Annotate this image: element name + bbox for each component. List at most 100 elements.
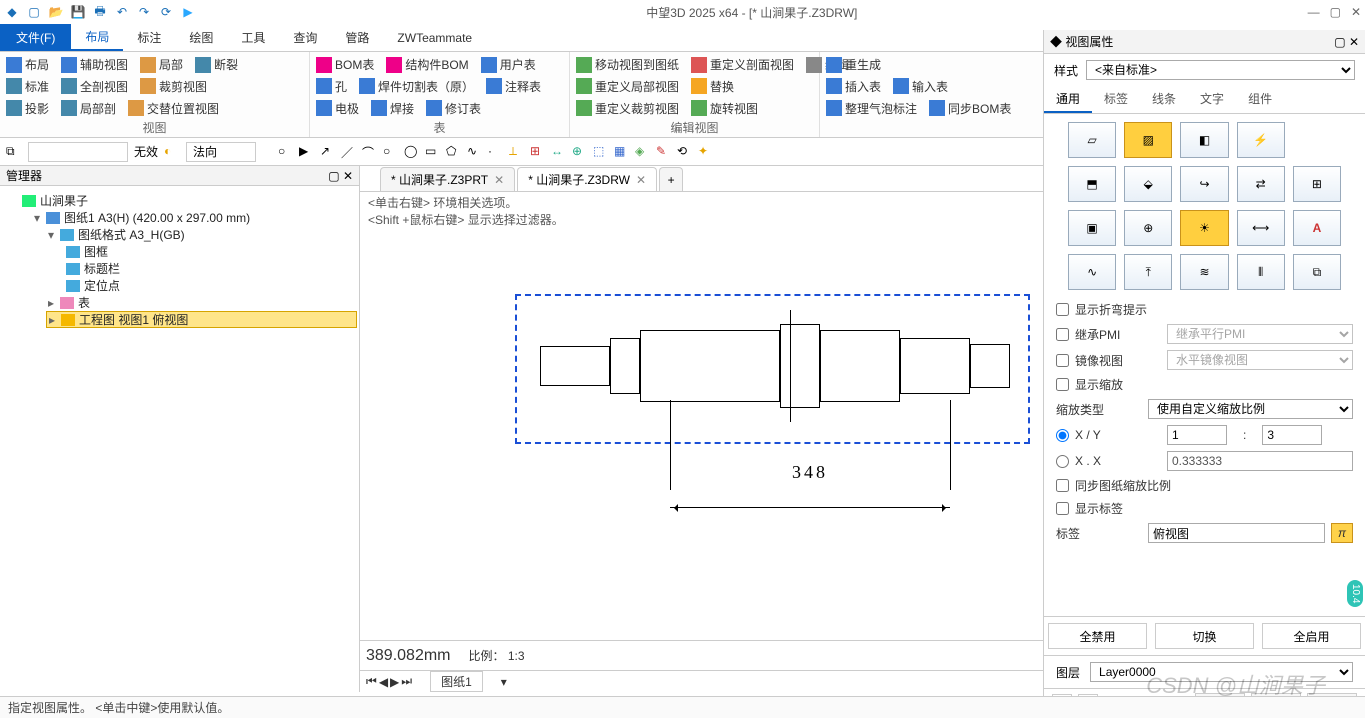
btn-disable-all[interactable]: 全禁用 <box>1048 623 1147 649</box>
cmd-detail[interactable]: 局部 <box>140 56 183 73</box>
tool-icon[interactable]: ↗ <box>320 144 336 160</box>
cmd-structbom[interactable]: 结构件BOM <box>386 56 468 73</box>
close-icon[interactable]: ✕ <box>636 173 646 187</box>
cmd-weldcut[interactable]: 焊件切割表（原） <box>359 78 474 95</box>
tool-icon[interactable]: ○ <box>383 144 399 160</box>
tool-icon[interactable]: ⬚ <box>593 144 609 160</box>
tool-icon[interactable]: ○ <box>278 144 294 160</box>
tool-icon[interactable]: ⌒ <box>362 144 378 160</box>
tool-icon[interactable]: ↔ <box>551 144 567 160</box>
sheet-tab[interactable]: 图纸1 <box>430 671 483 692</box>
undo-icon[interactable]: ↶ <box>114 4 130 20</box>
disp-flash-icon[interactable]: ⚡ <box>1237 122 1285 158</box>
disp-icon[interactable]: ⬒ <box>1068 166 1116 202</box>
cmd-importtbl[interactable]: 输入表 <box>893 78 948 95</box>
cmd-replace[interactable]: 替换 <box>691 78 734 95</box>
close-icon[interactable]: ✕ <box>1349 35 1359 49</box>
tree-node[interactable]: 标题栏 <box>84 260 120 277</box>
pin-icon[interactable]: ▢ <box>328 169 339 183</box>
redo-icon[interactable]: ↷ <box>136 4 152 20</box>
disp-icon[interactable]: ⊕ <box>1124 210 1172 246</box>
ptab-text[interactable]: 文字 <box>1188 86 1236 113</box>
pin-icon[interactable]: ▢ <box>1334 35 1345 49</box>
disp-icon[interactable]: ⊞ <box>1293 166 1341 202</box>
cmd-bom[interactable]: BOM表 <box>316 56 374 73</box>
cmd-rotateview[interactable]: 旋转视图 <box>691 100 758 117</box>
disp-icon[interactable]: ≋ <box>1180 254 1228 290</box>
disp-icon[interactable]: ↪ <box>1180 166 1228 202</box>
tab-tools[interactable]: 工具 <box>227 24 279 51</box>
add-tab[interactable]: + <box>659 167 683 191</box>
cmd-usertbl[interactable]: 用户表 <box>481 56 536 73</box>
cmd-weld[interactable]: 焊接 <box>371 100 414 117</box>
tab-team[interactable]: ZWTeammate <box>383 24 486 51</box>
chk-pmi[interactable] <box>1056 328 1069 341</box>
tool-icon[interactable]: ／ <box>341 144 357 160</box>
cmd-redefsection[interactable]: 重定义剖面视图 <box>691 56 794 73</box>
radio-xx[interactable] <box>1056 455 1069 468</box>
tree-root[interactable]: 山涧果子 <box>40 192 88 209</box>
ptab-lines[interactable]: 线条 <box>1140 86 1188 113</box>
refresh-icon[interactable]: ⟳ <box>158 4 174 20</box>
disp-icon[interactable]: ▣ <box>1068 210 1116 246</box>
cmd-syncbom[interactable]: 同步BOM表 <box>929 100 1011 117</box>
last-icon[interactable]: ⏭ <box>401 674 412 689</box>
disp-hidden-icon[interactable]: ▨ <box>1124 122 1172 158</box>
orient-icon[interactable]: ◐ <box>164 144 180 160</box>
tab-annotate[interactable]: 标注 <box>123 24 175 51</box>
cmd-redefcrop[interactable]: 重定义裁剪视图 <box>576 100 679 117</box>
cmd-localsec[interactable]: 局部剖 <box>61 100 116 117</box>
cmd-regen[interactable]: 重生成 <box>826 56 881 73</box>
cmd-notetbl[interactable]: 注释表 <box>486 78 541 95</box>
maximize-icon[interactable]: ▢ <box>1330 5 1341 19</box>
close-icon[interactable]: ✕ <box>1351 5 1361 19</box>
tree-node[interactable]: 表 <box>78 294 90 311</box>
disp-icon[interactable]: ∿ <box>1068 254 1116 290</box>
fx-icon[interactable]: π <box>1331 523 1353 543</box>
doc-tab[interactable]: * 山涧果子.Z3PRT✕ <box>380 167 515 191</box>
disp-shaded-icon[interactable]: ◧ <box>1180 122 1228 158</box>
disp-icon[interactable]: ☀ <box>1180 210 1228 246</box>
btn-enable-all[interactable]: 全启用 <box>1262 623 1361 649</box>
new-icon[interactable]: ▢ <box>26 4 42 20</box>
cmd-revtbl[interactable]: 修订表 <box>426 100 481 117</box>
tree-node[interactable]: 图纸1 A3(H) (420.00 x 297.00 mm) <box>64 209 250 226</box>
disp-icon[interactable]: ⇄ <box>1237 166 1285 202</box>
ptab-label[interactable]: 标签 <box>1092 86 1140 113</box>
chk-zoom[interactable] <box>1056 378 1069 391</box>
radio-xy[interactable] <box>1056 429 1069 442</box>
file-menu[interactable]: 文件(F) <box>0 24 71 51</box>
tool-icon[interactable]: ◯ <box>404 144 420 160</box>
cmd-moveview[interactable]: 移动视图到图纸 <box>576 56 679 73</box>
play-icon[interactable]: ▶ <box>180 4 196 20</box>
cmd-section[interactable]: 全剖视图 <box>61 78 128 95</box>
filter-combo[interactable] <box>28 142 128 162</box>
chk-showlabel[interactable] <box>1056 502 1069 515</box>
tool-icon[interactable]: ✎ <box>656 144 672 160</box>
feature-tree[interactable]: 山涧果子 ▾图纸1 A3(H) (420.00 x 297.00 mm) ▾图纸… <box>0 190 359 692</box>
tree-node-selected[interactable]: 工程图 视图1 俯视图 <box>79 311 188 328</box>
xy-b-input[interactable] <box>1262 425 1322 445</box>
tool-icon[interactable]: ⟂ <box>509 144 525 160</box>
xx-input[interactable] <box>1167 451 1353 471</box>
cmd-layout[interactable]: 布局 <box>6 56 49 73</box>
ptab-general[interactable]: 通用 <box>1044 86 1092 113</box>
cmd-balloon[interactable]: 整理气泡标注 <box>826 100 917 117</box>
btn-toggle[interactable]: 切换 <box>1155 623 1254 649</box>
save-icon[interactable]: 💾 <box>70 4 86 20</box>
layer-select[interactable]: Layer0000 <box>1090 662 1353 682</box>
orient-combo[interactable]: 法向 <box>186 142 256 162</box>
cmd-break[interactable]: 断裂 <box>195 56 238 73</box>
tool-icon[interactable]: ▦ <box>614 144 630 160</box>
mirror-select[interactable]: 水平镜像视图 <box>1167 350 1353 370</box>
tool-icon[interactable]: ⬠ <box>446 144 462 160</box>
ptab-comp[interactable]: 组件 <box>1236 86 1284 113</box>
first-icon[interactable]: ⏮ <box>366 674 377 689</box>
tool-icon[interactable]: ▭ <box>425 144 441 160</box>
chk-sync[interactable] <box>1056 479 1069 492</box>
close-icon[interactable]: ✕ <box>494 173 504 187</box>
tool-icon[interactable]: ✦ <box>698 144 714 160</box>
tab-draw[interactable]: 绘图 <box>175 24 227 51</box>
tool-icon[interactable]: ∿ <box>467 144 483 160</box>
minimize-icon[interactable]: — <box>1308 5 1320 19</box>
